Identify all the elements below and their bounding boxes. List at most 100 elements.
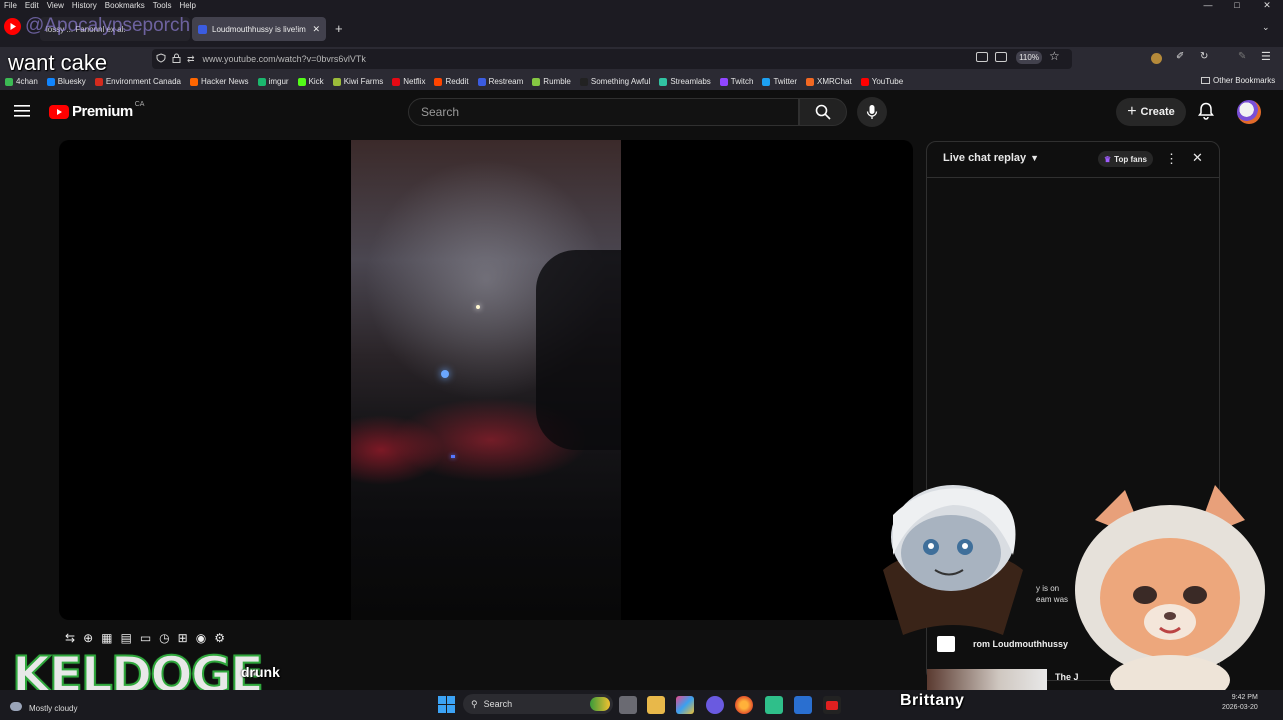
bookmark-twitter[interactable]: Twitter (762, 77, 797, 86)
other-bookmarks[interactable]: Other Bookmarks (1201, 76, 1275, 85)
bookmark-4chan[interactable]: 4chan (5, 77, 38, 86)
bookmark-favicon-icon (297, 77, 306, 86)
lock-icon (172, 53, 181, 65)
bookmark-netflix[interactable]: Netflix (392, 77, 425, 86)
chat-thumbnail (927, 669, 1047, 691)
tab-active[interactable]: Loudmouthhussy is live!im ✕ (192, 17, 326, 41)
bookmark-kiwi-farms[interactable]: Kiwi Farms (332, 77, 384, 86)
voice-search-button[interactable] (857, 97, 887, 127)
crown-icon: ♛ (1104, 154, 1112, 164)
extension-icon[interactable] (1151, 53, 1162, 64)
file-explorer-icon[interactable] (647, 696, 665, 714)
streamlabs-icon[interactable] (765, 696, 783, 714)
chevron-down-icon: ▼ (1030, 153, 1040, 163)
settings-gear-icon[interactable]: ⚙ (214, 631, 225, 645)
notifications-bell-icon[interactable] (1198, 102, 1214, 125)
menu-file[interactable]: File (0, 1, 21, 10)
menu-tools[interactable]: Tools (149, 1, 176, 10)
bookmark-youtube[interactable]: YouTube (860, 77, 903, 86)
menu-edit[interactable]: Edit (21, 1, 43, 10)
menu-history[interactable]: History (68, 1, 101, 10)
dash-light (441, 370, 449, 378)
bookmark-something-awful[interactable]: Something Awful (579, 77, 650, 86)
menu-view[interactable]: View (43, 1, 68, 10)
bookmark-kick[interactable]: Kick (297, 77, 324, 86)
chat-mode-dropdown[interactable]: Live chat replay ▼ (943, 152, 1039, 164)
bookmark-label: Streamlabs (670, 77, 711, 86)
bookmark-label: Kiwi Farms (343, 77, 384, 86)
star-bookmark-icon[interactable]: ☆ (1049, 49, 1060, 63)
microphone-icon (866, 105, 878, 119)
clock-date: 2026-03-20 (1222, 704, 1258, 711)
drunk-text: drunk (241, 664, 280, 680)
bookmark-xmrchat[interactable]: XMRChat (806, 77, 852, 86)
bookmark-streamlabs[interactable]: Streamlabs (659, 77, 711, 86)
bookmark-bluesky[interactable]: Bluesky (46, 77, 86, 86)
youtube-app-icon[interactable] (823, 696, 841, 714)
hamburger-menu-icon[interactable]: ☰ (1261, 50, 1271, 63)
bookmark-hacker-news[interactable]: Hacker News (189, 77, 249, 86)
close-tab-icon[interactable]: ✕ (312, 24, 320, 35)
new-tab-icon[interactable]: + (335, 21, 343, 36)
bookmark-favicon-icon (719, 77, 728, 86)
menu-bookmarks[interactable]: Bookmarks (101, 1, 149, 10)
bookmark-favicon-icon (762, 77, 771, 86)
extensions-puzzle-icon[interactable]: ✐ (1176, 51, 1184, 62)
tab-list-icon[interactable]: ⌄ (1262, 22, 1270, 33)
other-bookmarks-label: Other Bookmarks (1213, 76, 1276, 85)
bookmark-twitch[interactable]: Twitch (719, 77, 753, 86)
bookmark-favicon-icon (46, 77, 55, 86)
youtube-premium-logo[interactable]: Premium CA (49, 101, 144, 120)
copilot-icon[interactable] (676, 696, 694, 714)
clip-icon[interactable]: ▤ (120, 631, 131, 645)
task-view-icon[interactable] (619, 696, 637, 714)
picture-in-picture-icon[interactable] (976, 52, 988, 62)
avatar[interactable] (1237, 100, 1261, 124)
zoom-level-badge[interactable]: 110% (1016, 51, 1042, 64)
create-button[interactable]: + Create (1116, 98, 1186, 126)
weather-text[interactable]: Mostly cloudy (29, 704, 77, 713)
youtube-logo-icon (4, 17, 21, 35)
bookmark-label: 4chan (16, 77, 38, 86)
bookmark-reddit[interactable]: Reddit (434, 77, 469, 86)
bookmark-label: Twitter (773, 77, 798, 86)
bookmark-imgur[interactable]: imgur (257, 77, 289, 86)
bookmark-label: Bluesky (57, 77, 86, 86)
bookmark-environment-canada[interactable]: Environment Canada (94, 77, 181, 86)
youtube-logo-icon (49, 104, 69, 119)
search-button[interactable] (799, 98, 847, 126)
live-icon[interactable]: ⊕ (83, 631, 93, 645)
tab-label: Loudmouthhussy is live!im (212, 24, 306, 34)
bookmark-label: Reddit (445, 77, 469, 86)
bookmark-rumble[interactable]: Rumble (532, 77, 571, 86)
vtuber-avatar-right (1065, 480, 1275, 705)
chat-snippet: y is on (1036, 584, 1060, 593)
bookmark-label: XMRChat (817, 77, 852, 86)
address-bar[interactable]: ⇄ www.youtube.com/watch?v=0bvrs6vlVTk (152, 49, 1072, 69)
menu-help[interactable]: Help (175, 1, 199, 10)
sync-icon[interactable]: ↻ (1200, 51, 1208, 62)
more-options-icon[interactable]: ⋮ (1165, 151, 1178, 167)
bookmark-restream[interactable]: Restream (477, 77, 523, 86)
discord-icon[interactable] (706, 696, 724, 714)
close-chat-icon[interactable]: ✕ (1192, 150, 1203, 166)
speed-icon[interactable]: ◷ (159, 631, 169, 645)
firefox-icon[interactable] (735, 696, 753, 714)
loop-icon[interactable]: ⇆ (65, 631, 75, 645)
top-fans-chip[interactable]: ♛ Top fans (1098, 151, 1153, 167)
screenshot-icon[interactable]: ◉ (196, 631, 206, 645)
reader-view-icon[interactable] (995, 52, 1007, 62)
add-icon[interactable]: ⊞ (178, 631, 188, 645)
start-windows-icon[interactable] (438, 696, 455, 713)
guide-menu-icon[interactable] (14, 104, 30, 123)
theater-icon[interactable]: ▭ (140, 631, 151, 645)
permissions-icon[interactable]: ⇄ (187, 54, 195, 65)
app-icon[interactable] (794, 696, 812, 714)
search-input[interactable]: Search (408, 98, 799, 126)
url-text: www.youtube.com/watch?v=0bvrs6vlVTk (202, 54, 366, 64)
clock[interactable]: 9:42 PM 2026-03-20 (1222, 693, 1258, 713)
street-light (476, 305, 480, 309)
taskbar-search[interactable]: ⚲ Search (463, 694, 613, 714)
autoplay-icon[interactable]: ▦ (101, 631, 112, 645)
pen-icon[interactable]: ✎ (1238, 51, 1246, 62)
